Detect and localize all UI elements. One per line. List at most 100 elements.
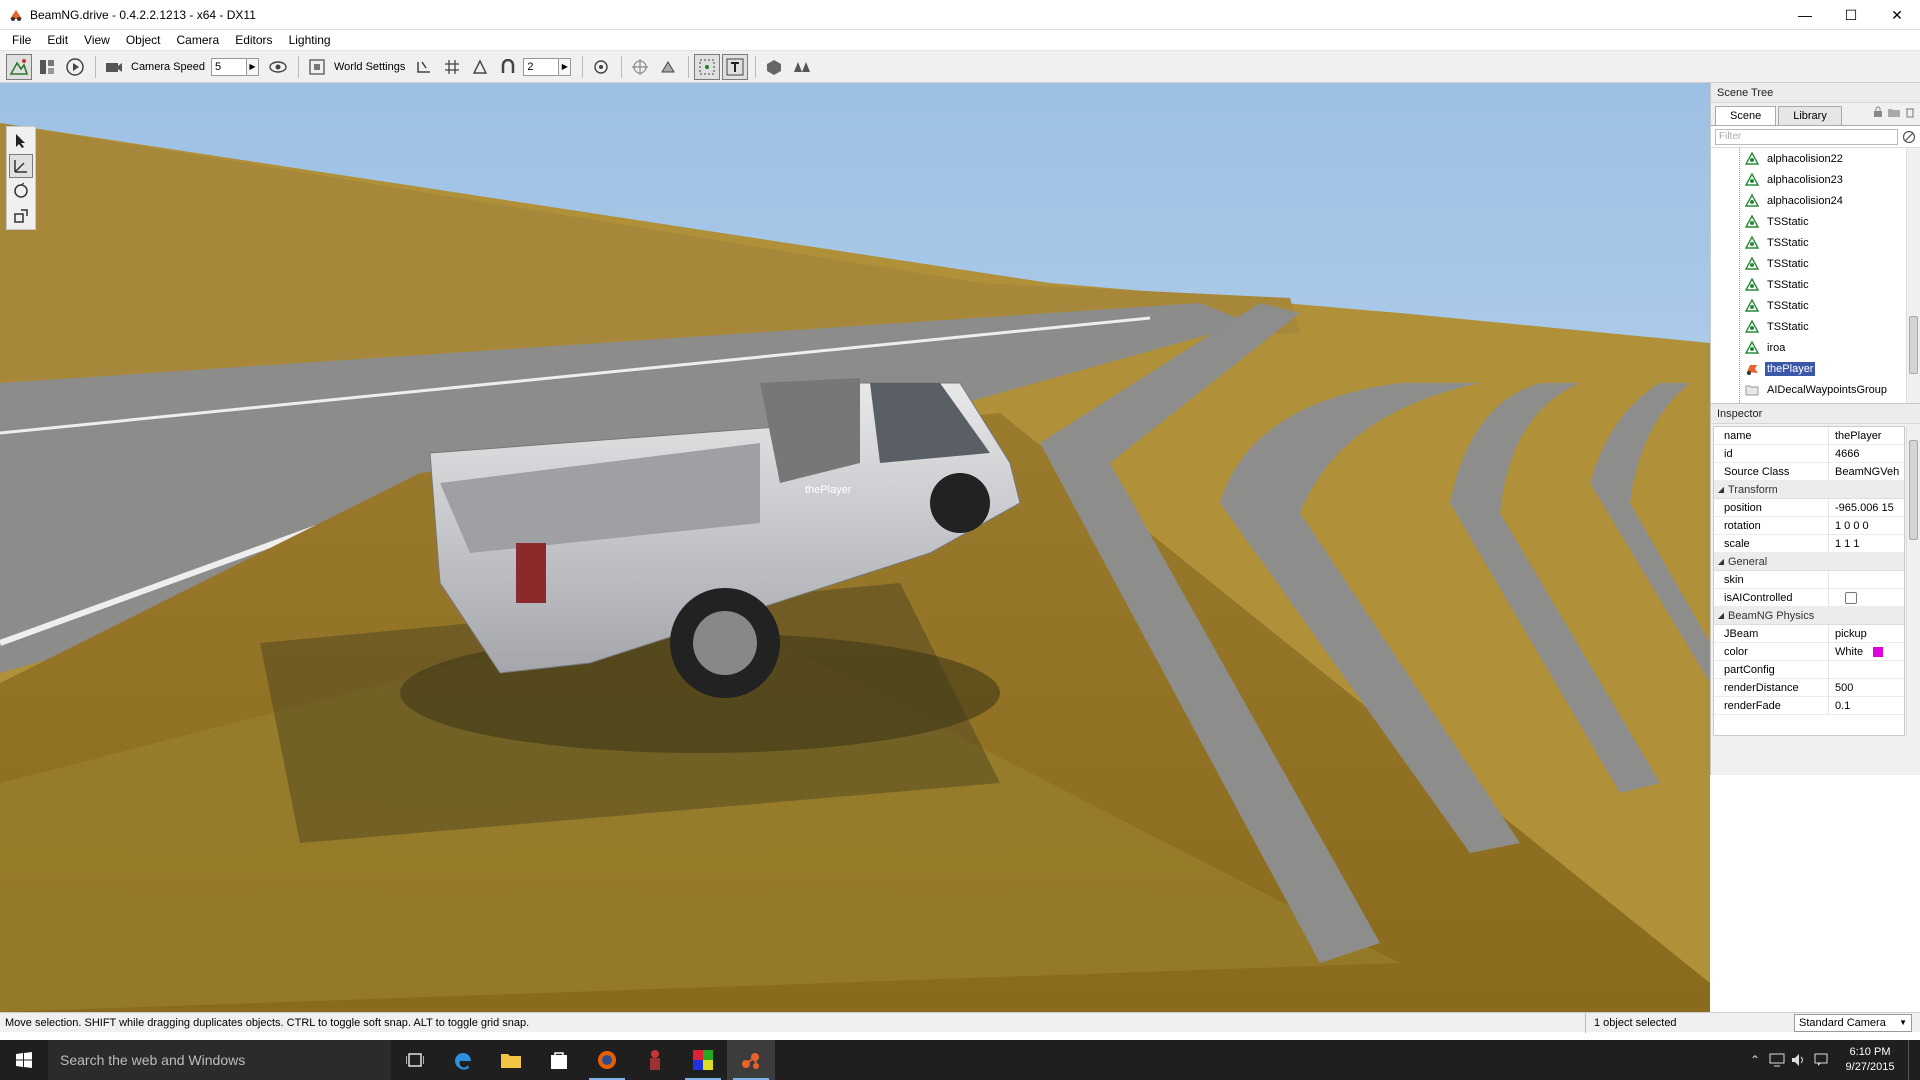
prop-color-value[interactable]: White — [1835, 643, 1863, 661]
fit-view-button[interactable] — [304, 54, 330, 80]
gui-editor-button[interactable] — [34, 54, 60, 80]
menu-object[interactable]: Object — [118, 30, 169, 51]
scene-tree-item[interactable]: alphacolision22 — [1711, 148, 1920, 169]
forest-button[interactable] — [789, 54, 815, 80]
scene-tree-item-label: alphacolision24 — [1767, 194, 1843, 207]
select-tool-button[interactable] — [9, 129, 33, 153]
prop-rotation-value[interactable]: 1 0 0 0 — [1829, 517, 1904, 535]
clear-filter-icon[interactable] — [1902, 130, 1916, 144]
action-center-icon[interactable] — [1810, 1040, 1832, 1080]
start-button[interactable] — [0, 1040, 48, 1080]
delete-icon[interactable] — [1904, 106, 1916, 118]
title-bar: BeamNG.drive - 0.4.2.2.1213 - x64 - DX11… — [0, 0, 1920, 30]
taskbar-edge[interactable] — [439, 1040, 487, 1080]
lock-icon[interactable] — [1872, 106, 1884, 118]
bounds-button[interactable] — [655, 54, 681, 80]
world-editor-icon — [9, 58, 29, 75]
minimize-button[interactable]: — — [1782, 0, 1828, 30]
group-general[interactable]: ◢ General — [1714, 553, 1904, 571]
new-folder-icon[interactable] — [1887, 106, 1901, 118]
network-icon[interactable] — [1766, 1040, 1788, 1080]
scene-tree-item[interactable]: TSStatic — [1711, 316, 1920, 337]
menu-camera[interactable]: Camera — [169, 30, 228, 51]
rotate-tool-button[interactable] — [9, 179, 33, 203]
group-transform[interactable]: ◢ Transform — [1714, 481, 1904, 499]
prop-jbeam-value[interactable]: pickup — [1829, 625, 1904, 643]
scene-tree-item[interactable]: alphacolision24 — [1711, 190, 1920, 211]
fit-view-icon — [309, 58, 325, 75]
camera-speed-arrow-icon[interactable]: ▶ — [247, 57, 259, 76]
snap-terrain-button[interactable] — [411, 54, 437, 80]
move-tool-button[interactable] — [9, 154, 33, 178]
menu-editors[interactable]: Editors — [227, 30, 280, 51]
text-labels-button[interactable] — [722, 53, 749, 80]
inspector-panel: Inspector name thePlayer id 4666 Source Cl… — [1710, 403, 1920, 775]
scene-tree-item[interactable]: TSStatic — [1711, 211, 1920, 232]
prop-skin-value[interactable] — [1829, 571, 1904, 589]
scene-tree-item[interactable]: thePlayer — [1711, 358, 1920, 379]
scene-tree-item[interactable]: TSStatic — [1711, 274, 1920, 295]
scene-tree-item[interactable]: alphacolision23 — [1711, 169, 1920, 190]
object-snap-button[interactable] — [467, 54, 493, 80]
color-swatch[interactable] — [1873, 646, 1884, 657]
task-view-button[interactable] — [391, 1040, 439, 1080]
world-settings-label[interactable]: World Settings — [334, 61, 405, 73]
grid-size-arrow-icon[interactable]: ▶ — [559, 57, 572, 76]
scene-tree-item[interactable]: TSStatic — [1711, 253, 1920, 274]
inspector-scrollbar[interactable] — [1906, 426, 1920, 736]
show-desktop-button[interactable] — [1908, 1040, 1920, 1080]
volume-icon[interactable] — [1788, 1040, 1810, 1080]
scene-tree-item[interactable]: TSStatic — [1711, 295, 1920, 316]
taskbar-beamng[interactable] — [727, 1040, 775, 1080]
taskbar-firefox[interactable] — [583, 1040, 631, 1080]
play-game-button[interactable] — [62, 54, 88, 80]
is-ai-controlled-checkbox[interactable] — [1845, 591, 1857, 604]
status-bar: Move selection. SHIFT while dragging dup… — [0, 1012, 1920, 1033]
prop-render-distance-value[interactable]: 500 — [1829, 679, 1904, 697]
grid-size-input[interactable]: 2 — [523, 57, 560, 76]
menu-view[interactable]: View — [76, 30, 118, 51]
camera-speed-input[interactable]: 5 — [211, 57, 247, 76]
scene-tree-title: Scene Tree — [1711, 83, 1920, 103]
scene-tree-item[interactable]: iroa — [1711, 337, 1920, 358]
taskbar-file-explorer[interactable] — [487, 1040, 535, 1080]
prop-position-value[interactable]: -965.006 15 — [1829, 499, 1904, 517]
menu-file[interactable]: File — [4, 30, 39, 51]
menu-edit[interactable]: Edit — [39, 30, 76, 51]
tab-scene[interactable]: Scene — [1715, 106, 1777, 125]
create-object-button[interactable] — [761, 54, 787, 80]
grid-icon — [445, 59, 460, 74]
visibility-button[interactable] — [265, 54, 291, 80]
taskbar-search-input[interactable]: Search the web and Windows — [48, 1040, 391, 1080]
scene-tree-item[interactable]: TSStatic — [1711, 232, 1920, 253]
scale-tool-button[interactable] — [9, 204, 33, 228]
prop-part-config-value[interactable] — [1829, 661, 1904, 679]
scene-filter-input[interactable]: Filter — [1715, 128, 1898, 145]
prop-scale-value[interactable]: 1 1 1 — [1829, 535, 1904, 553]
world-editor-button[interactable] — [6, 53, 32, 80]
taskbar-store[interactable] — [535, 1040, 583, 1080]
menu-lighting[interactable]: Lighting — [281, 30, 339, 51]
prop-render-fade-value[interactable]: 0.1 — [1829, 697, 1904, 715]
prop-name-value[interactable]: thePlayer — [1829, 427, 1904, 445]
grid-snap-button[interactable] — [439, 54, 465, 80]
taskbar-clock[interactable]: 6:10 PM 9/27/2015 — [1832, 1045, 1908, 1075]
taskbar-app-figure[interactable] — [631, 1040, 679, 1080]
scene-tree-scrollbar[interactable] — [1906, 148, 1920, 403]
camera-mode-select[interactable]: Standard Camera ▼ — [1794, 1013, 1912, 1032]
close-button[interactable]: ✕ — [1874, 0, 1920, 30]
object-center-button[interactable] — [588, 54, 614, 80]
group-beamng-physics[interactable]: ◢ BeamNG Physics — [1714, 607, 1904, 625]
shape-icon — [1745, 298, 1759, 312]
tab-library[interactable]: Library — [1778, 106, 1842, 125]
show-hidden-icons-icon[interactable]: ⌃ — [1744, 1040, 1766, 1080]
scene-tree-item[interactable]: AIDecalWaypointsGroup — [1711, 379, 1920, 400]
maximize-button[interactable]: ☐ — [1828, 0, 1874, 30]
taskbar-app-colorful[interactable] — [679, 1040, 727, 1080]
camera-button[interactable] — [101, 54, 127, 80]
world-transform-button[interactable] — [627, 54, 653, 80]
magnet-button[interactable] — [495, 54, 521, 80]
selection-center-button[interactable] — [694, 53, 721, 80]
inspector-properties: name thePlayer id 4666 Source Class BeamNGV… — [1713, 426, 1905, 736]
3d-viewport[interactable]: thePlayer — [0, 83, 1710, 1012]
